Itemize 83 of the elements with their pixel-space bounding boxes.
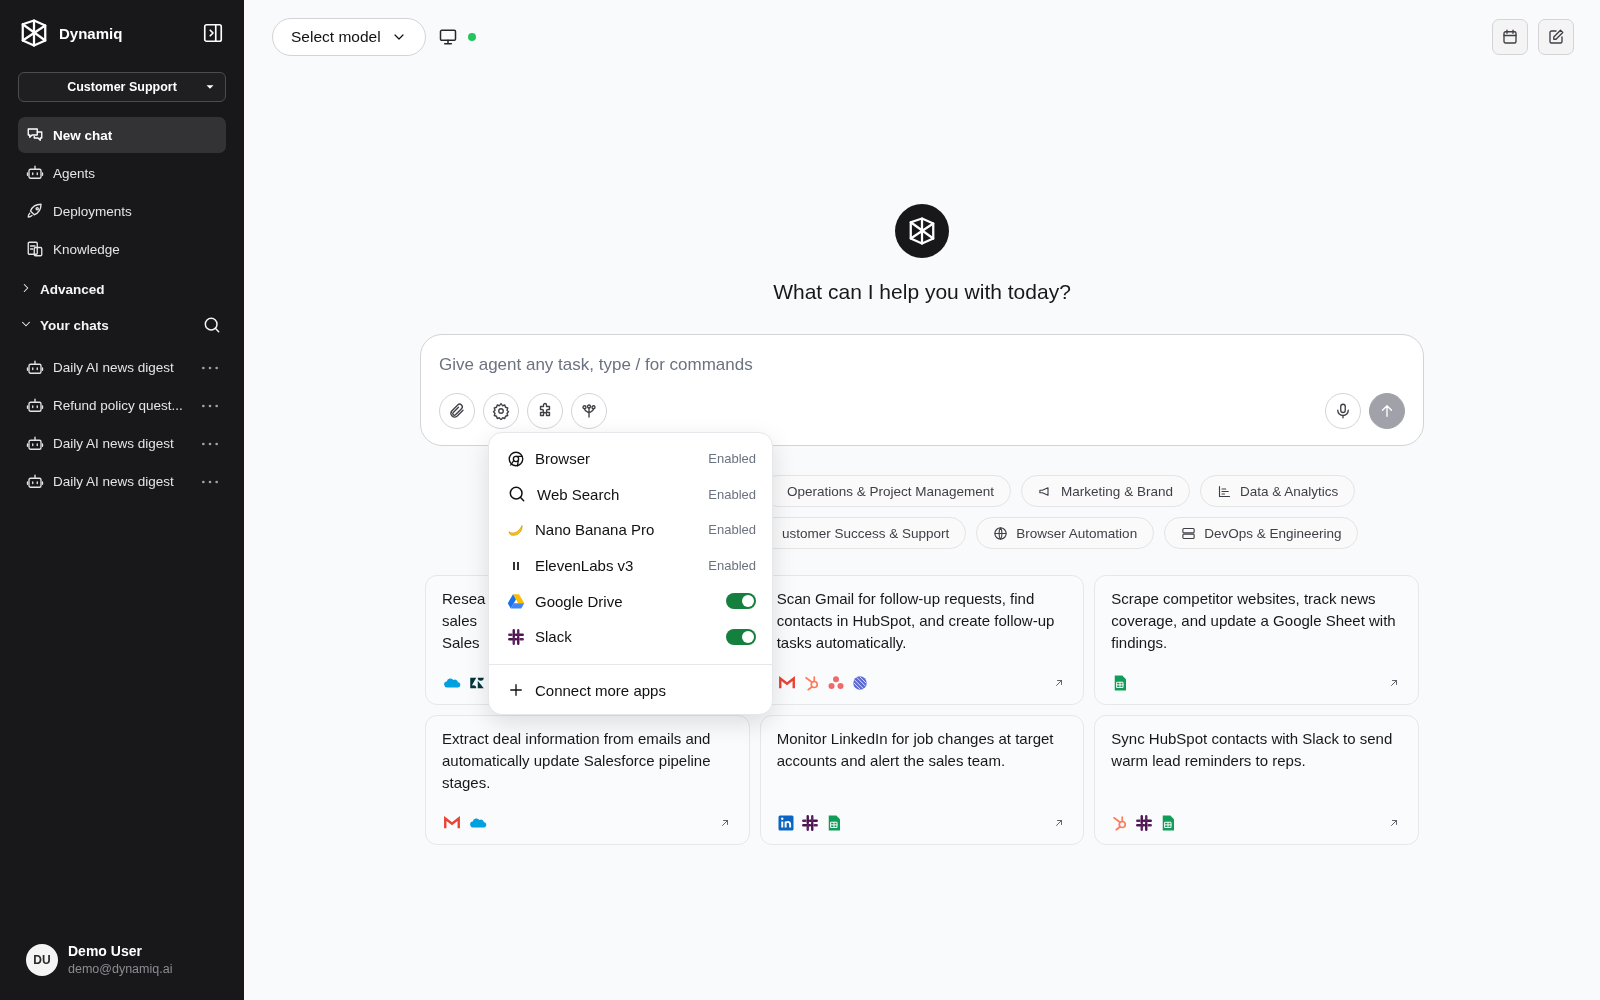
sidebar-toggle-icon bbox=[202, 22, 224, 44]
section-header[interactable]: Advanced bbox=[18, 271, 226, 307]
branch-icon bbox=[580, 402, 598, 420]
monitor-button[interactable] bbox=[437, 27, 458, 47]
robot-icon bbox=[26, 396, 44, 415]
cube-logo-icon bbox=[907, 216, 937, 246]
chat-bubbles-icon bbox=[26, 126, 44, 144]
settings-icon bbox=[492, 402, 510, 420]
task-card[interactable]: Extract deal information from emails and automatically update Salesforce pipeline stages. bbox=[425, 715, 750, 845]
task-card[interactable]: Sync HubSpot contacts with Slack to send warm lead reminders to reps. bbox=[1094, 715, 1419, 845]
edit-icon bbox=[1547, 28, 1565, 46]
robot-icon bbox=[26, 164, 44, 182]
monitor-icon bbox=[437, 27, 458, 47]
pause-bars-icon bbox=[513, 561, 519, 570]
category-chip[interactable]: Marketing & Brand bbox=[1021, 475, 1190, 507]
integrations-button[interactable] bbox=[527, 393, 563, 429]
status-dot bbox=[467, 33, 476, 41]
bar-chart-icon bbox=[1216, 483, 1232, 499]
three-dots-icon bbox=[826, 674, 845, 692]
workflow-button[interactable] bbox=[571, 393, 607, 429]
sidebar-toggle-button[interactable] bbox=[202, 22, 224, 44]
workspace-dropdown[interactable]: Customer Support bbox=[18, 72, 226, 102]
slack-icon bbox=[800, 814, 819, 832]
browser-icon bbox=[507, 449, 525, 468]
category-chip[interactable]: Browser Automation bbox=[976, 517, 1155, 549]
task-description: Monitor LinkedIn for job changes at target accounts and alert the sales team. bbox=[776, 729, 1055, 771]
nav-item[interactable]: Knowledge bbox=[18, 231, 226, 267]
robot-icon bbox=[26, 472, 44, 491]
robot-icon bbox=[26, 358, 44, 377]
nav-item[interactable]: Deployments bbox=[18, 193, 226, 229]
paperclip-icon bbox=[448, 402, 466, 420]
toggle-switch[interactable] bbox=[726, 593, 756, 610]
welcome-heading: What can I help you with today? bbox=[773, 280, 1071, 304]
task-description: Extract deal information from emails and automatically update Salesforce pipeline stages. bbox=[442, 729, 712, 793]
status-label: Enabled bbox=[708, 558, 756, 574]
user-avatar[interactable]: DU bbox=[26, 943, 58, 976]
category-chip[interactable]: DevOps & Engineering bbox=[1164, 517, 1359, 549]
toggle-switch[interactable] bbox=[726, 628, 756, 645]
microphone-button[interactable] bbox=[1325, 393, 1361, 429]
send-button[interactable] bbox=[1369, 393, 1405, 429]
prompt-input[interactable]: Give agent any task, type / for commands bbox=[439, 349, 1405, 375]
nav-item[interactable]: New chat bbox=[18, 117, 226, 153]
user-name: Demo User bbox=[68, 943, 143, 959]
section-header[interactable]: Your chats bbox=[18, 307, 226, 343]
calendar-icon bbox=[1501, 28, 1519, 46]
nav-item[interactable]: Agents bbox=[18, 155, 226, 191]
task-description: Sync HubSpot contacts with Slack to send warm lead reminders to reps. bbox=[1111, 729, 1394, 771]
brand-name: Dynamiq bbox=[59, 24, 124, 42]
chat-item[interactable]: Daily AI news digest bbox=[18, 349, 226, 386]
linkedin-square-icon bbox=[776, 814, 795, 832]
globe-icon bbox=[993, 525, 1009, 541]
server-icon bbox=[1181, 525, 1197, 541]
status-label: Enabled bbox=[708, 486, 756, 502]
chat-item[interactable]: Refund policy quest... bbox=[18, 387, 226, 424]
prompt-composer[interactable]: Give agent any task, type / for commands bbox=[420, 334, 1424, 446]
category-chip[interactable]: Data & Analytics bbox=[1199, 475, 1356, 507]
search-icon bbox=[202, 315, 222, 335]
microphone-icon bbox=[1334, 402, 1352, 420]
attach-button[interactable] bbox=[439, 393, 475, 429]
arrow-up-right-icon bbox=[1388, 817, 1400, 829]
arrow-up-right-icon bbox=[1388, 677, 1400, 689]
documents-icon bbox=[26, 240, 44, 258]
task-description: Scan Gmail for follow-up requests, find contacts in HubSpot, and create follow-up tasks automatically. bbox=[776, 589, 1056, 653]
user-email: demo@dynamiq.ai bbox=[68, 962, 173, 976]
task-description: Resea sales Sales bbox=[442, 589, 486, 653]
sprocket-icon bbox=[802, 674, 821, 692]
new-chat-button[interactable] bbox=[1538, 19, 1574, 55]
task-description: Scrape competitor websites, track news coverage, and update a Google Sheet with findings. bbox=[1111, 589, 1397, 653]
striped-circle-icon bbox=[850, 674, 869, 692]
settings-button[interactable] bbox=[483, 393, 519, 429]
task-card[interactable]: Monitor LinkedIn for job changes at target accounts and alert the sales team. bbox=[759, 715, 1085, 845]
slack-icon bbox=[1135, 814, 1154, 832]
task-card[interactable]: Scrape competitor websites, track news coverage, and update a Google Sheet with findings. bbox=[1094, 575, 1419, 705]
robot-icon bbox=[26, 434, 44, 453]
cube-logo-icon bbox=[19, 18, 49, 48]
chat-item[interactable]: Daily AI news digest bbox=[18, 425, 226, 462]
status-label: Enabled bbox=[708, 451, 756, 467]
slack-icon bbox=[507, 627, 525, 646]
calendar-button[interactable] bbox=[1492, 19, 1528, 55]
chat-item[interactable]: Daily AI news digest bbox=[18, 463, 226, 500]
rocket-icon bbox=[26, 202, 44, 220]
model-select[interactable]: Select model bbox=[272, 18, 426, 56]
drive-triangle-icon bbox=[507, 592, 525, 611]
